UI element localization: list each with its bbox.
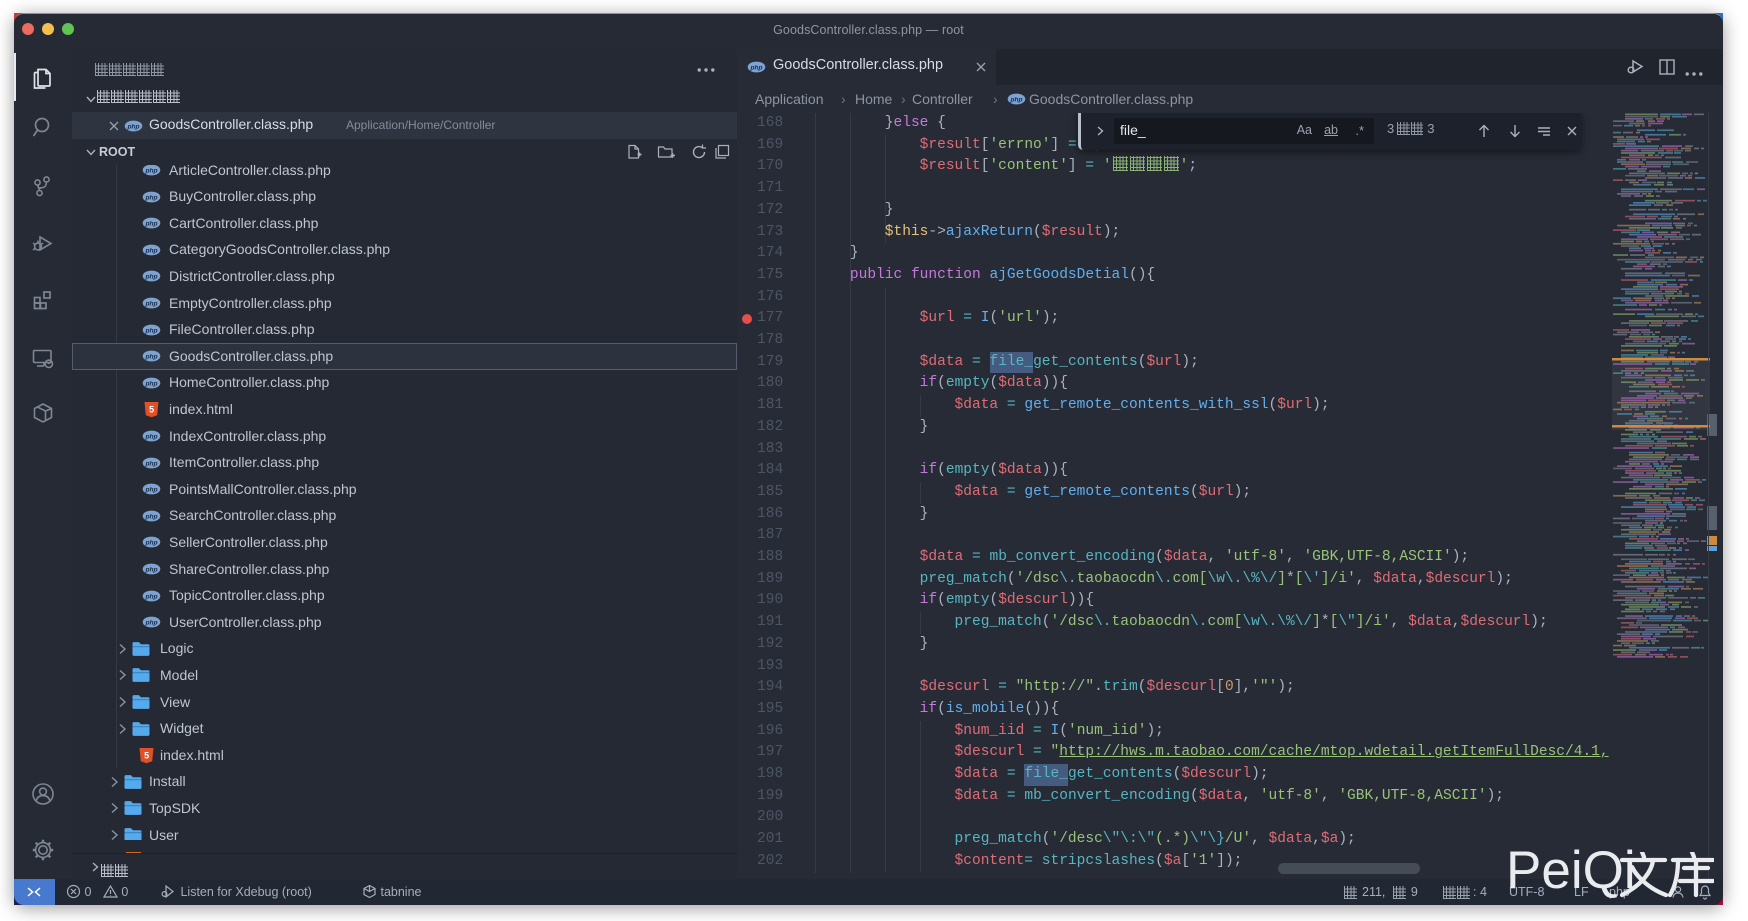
svg-text:php: php	[144, 619, 157, 626]
svg-text:php: php	[144, 167, 157, 174]
svg-text:php: php	[126, 123, 139, 130]
svg-text:php: php	[144, 433, 157, 440]
svg-text:php: php	[1009, 96, 1022, 103]
svg-text:php: php	[144, 247, 157, 254]
svg-text:php: php	[144, 220, 157, 227]
svg-text:php: php	[144, 513, 157, 520]
svg-text:php: php	[144, 353, 157, 360]
svg-text:php: php	[144, 460, 157, 467]
svg-text:php: php	[144, 593, 157, 600]
svg-text:php: php	[144, 194, 157, 201]
svg-text:5: 5	[149, 405, 154, 415]
svg-text:php: php	[144, 380, 157, 387]
svg-text:php: php	[144, 274, 157, 281]
svg-text:php: php	[144, 300, 157, 307]
svg-text:php: php	[144, 566, 157, 573]
svg-text:php: php	[144, 327, 157, 334]
svg-text:5: 5	[144, 751, 149, 761]
svg-text:php: php	[144, 486, 157, 493]
svg-text:php: php	[749, 64, 762, 71]
svg-text:php: php	[144, 540, 157, 547]
